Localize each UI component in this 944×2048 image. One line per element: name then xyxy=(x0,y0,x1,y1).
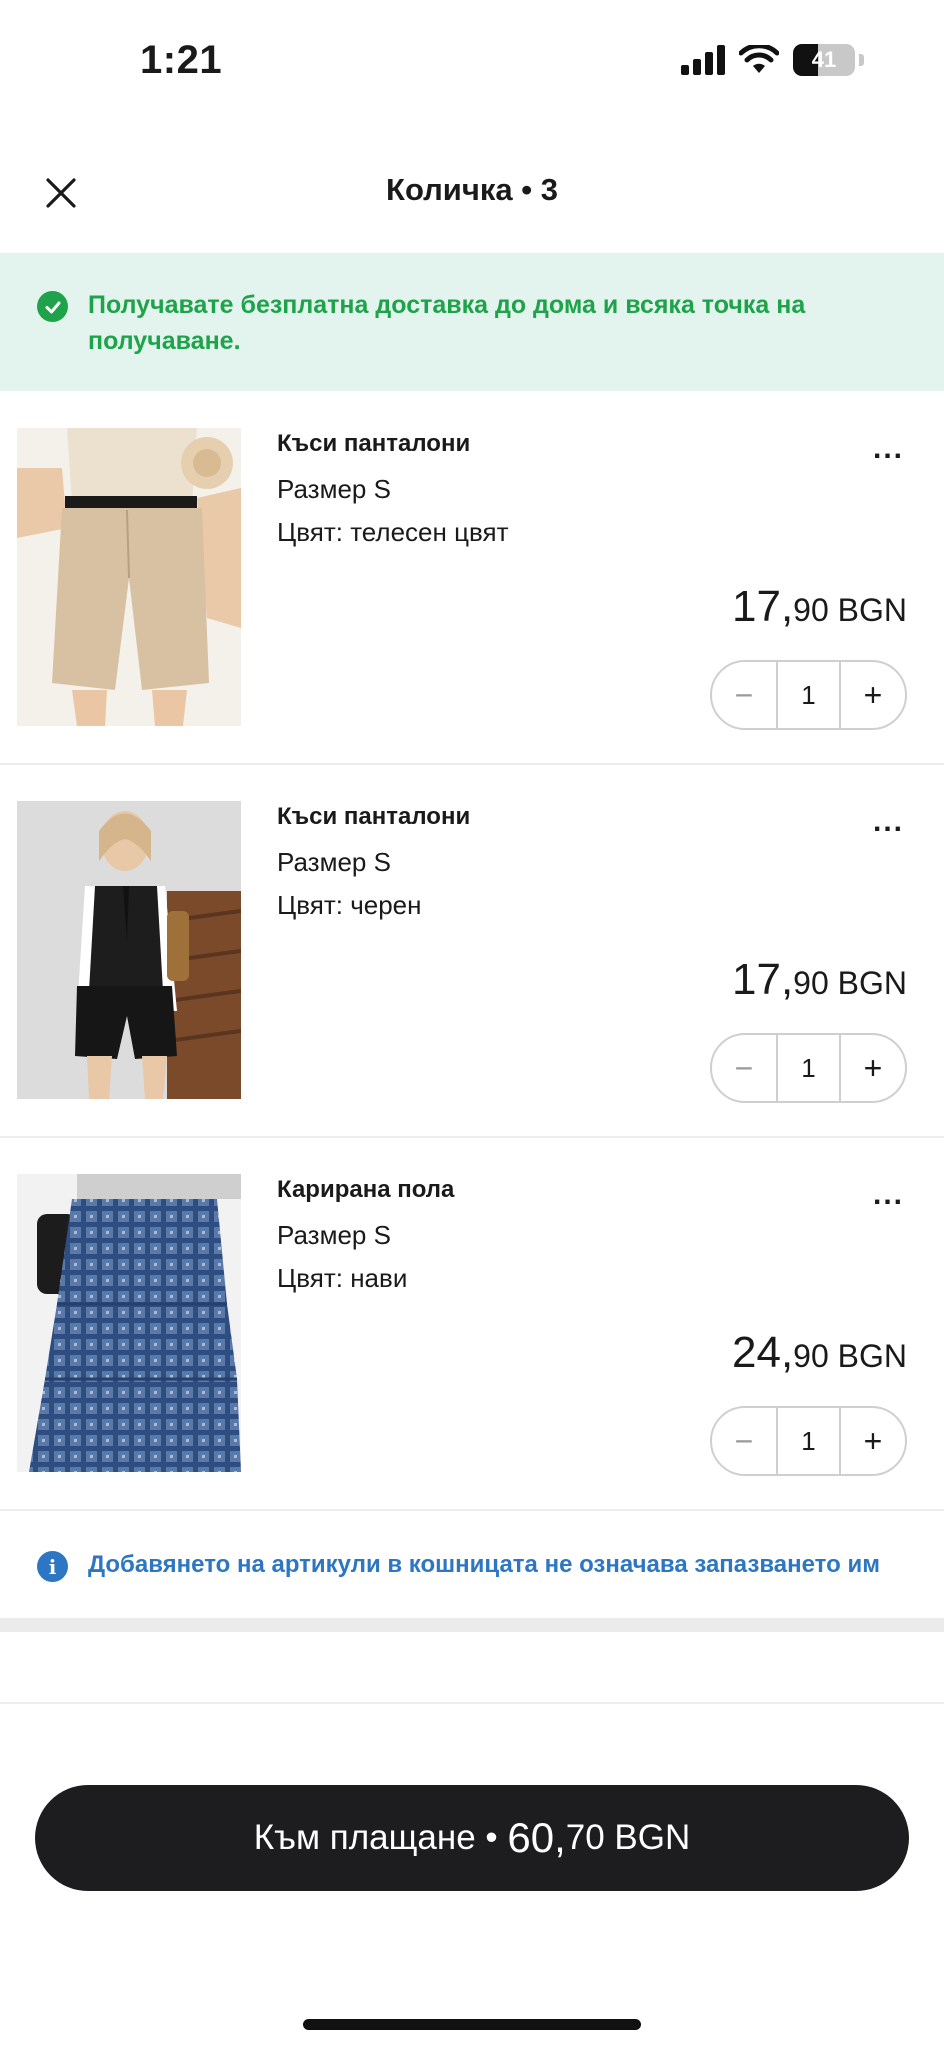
price-main: 24, xyxy=(732,1328,794,1377)
product-size: Размер S xyxy=(277,474,391,504)
price-rest: 90 BGN xyxy=(793,592,907,628)
cellular-signal-icon xyxy=(681,45,725,75)
divider xyxy=(0,1702,944,1704)
notice-text: Добавянето на артикули в кошницата не оз… xyxy=(88,1551,880,1578)
section-separator xyxy=(0,1618,944,1632)
product-name[interactable]: Карирана пола xyxy=(277,1176,454,1204)
status-bar: 1:21 41 xyxy=(0,0,944,120)
price-main: 17, xyxy=(732,955,794,1004)
check-circle-icon xyxy=(37,291,68,322)
price-main: 17, xyxy=(732,582,794,631)
more-options-button[interactable]: ... xyxy=(873,1178,904,1212)
checkout-label: Към плащане • xyxy=(253,1818,508,1857)
decrease-quantity-button[interactable]: − xyxy=(712,1408,776,1474)
cart-item: Къси панталони Размер S Цвят: телесен цв… xyxy=(0,392,944,765)
cart-item: Къси панталони Размер S Цвят: черен ... … xyxy=(0,765,944,1138)
product-color: Цвят: телесен цвят xyxy=(277,517,509,547)
info-icon: i xyxy=(37,1551,68,1582)
cart-header: Количка • 3 xyxy=(0,150,944,235)
battery-level: 41 xyxy=(811,47,837,72)
product-price: 17, 90 BGN xyxy=(732,582,907,632)
free-delivery-banner: Получавате безплатна доставка до дома и … xyxy=(0,253,944,391)
increase-quantity-button[interactable]: + xyxy=(841,662,905,728)
quantity-value: 1 xyxy=(776,1408,841,1474)
home-indicator xyxy=(303,2019,641,2030)
product-name[interactable]: Къси панталони xyxy=(277,430,470,458)
product-price: 24, 90 BGN xyxy=(732,1328,907,1378)
quantity-value: 1 xyxy=(776,662,841,728)
increase-quantity-button[interactable]: + xyxy=(841,1408,905,1474)
reservation-notice: i Добавянето на артикули в кошницата не … xyxy=(0,1513,944,1618)
product-price: 17, 90 BGN xyxy=(732,955,907,1005)
product-size: Размер S xyxy=(277,847,391,877)
more-options-button[interactable]: ... xyxy=(873,805,904,839)
page-title: Количка • 3 xyxy=(386,172,558,207)
quantity-stepper: − 1 + xyxy=(710,1033,907,1103)
product-name[interactable]: Къси панталони xyxy=(277,803,470,831)
status-icons: 41 xyxy=(681,44,864,76)
status-time: 1:21 xyxy=(140,38,223,82)
checkout-total-rest: 70 BGN xyxy=(565,1818,691,1857)
decrease-quantity-button[interactable]: − xyxy=(712,1035,776,1101)
decrease-quantity-button[interactable]: − xyxy=(712,662,776,728)
more-options-button[interactable]: ... xyxy=(873,432,904,466)
battery-tip xyxy=(859,54,864,66)
banner-text: Получавате безплатна доставка до дома и … xyxy=(88,291,806,355)
battery-icon: 41 xyxy=(793,44,855,76)
product-color: Цвят: нави xyxy=(277,1263,408,1293)
product-image[interactable] xyxy=(17,1174,241,1472)
wifi-icon xyxy=(739,45,779,73)
checkout-total-main: 60, xyxy=(507,1814,566,1861)
product-color: Цвят: черен xyxy=(277,890,422,920)
price-rest: 90 BGN xyxy=(793,965,907,1001)
product-size: Размер S xyxy=(277,1220,391,1250)
checkout-button[interactable]: Към плащане • 60, 70 BGN xyxy=(35,1785,909,1891)
quantity-stepper: − 1 + xyxy=(710,1406,907,1476)
product-image[interactable] xyxy=(17,801,241,1099)
quantity-value: 1 xyxy=(776,1035,841,1101)
quantity-stepper: − 1 + xyxy=(710,660,907,730)
price-rest: 90 BGN xyxy=(793,1338,907,1374)
increase-quantity-button[interactable]: + xyxy=(841,1035,905,1101)
cart-item: Карирана пола Размер S Цвят: нави ... 24… xyxy=(0,1138,944,1511)
product-image[interactable] xyxy=(17,428,241,726)
